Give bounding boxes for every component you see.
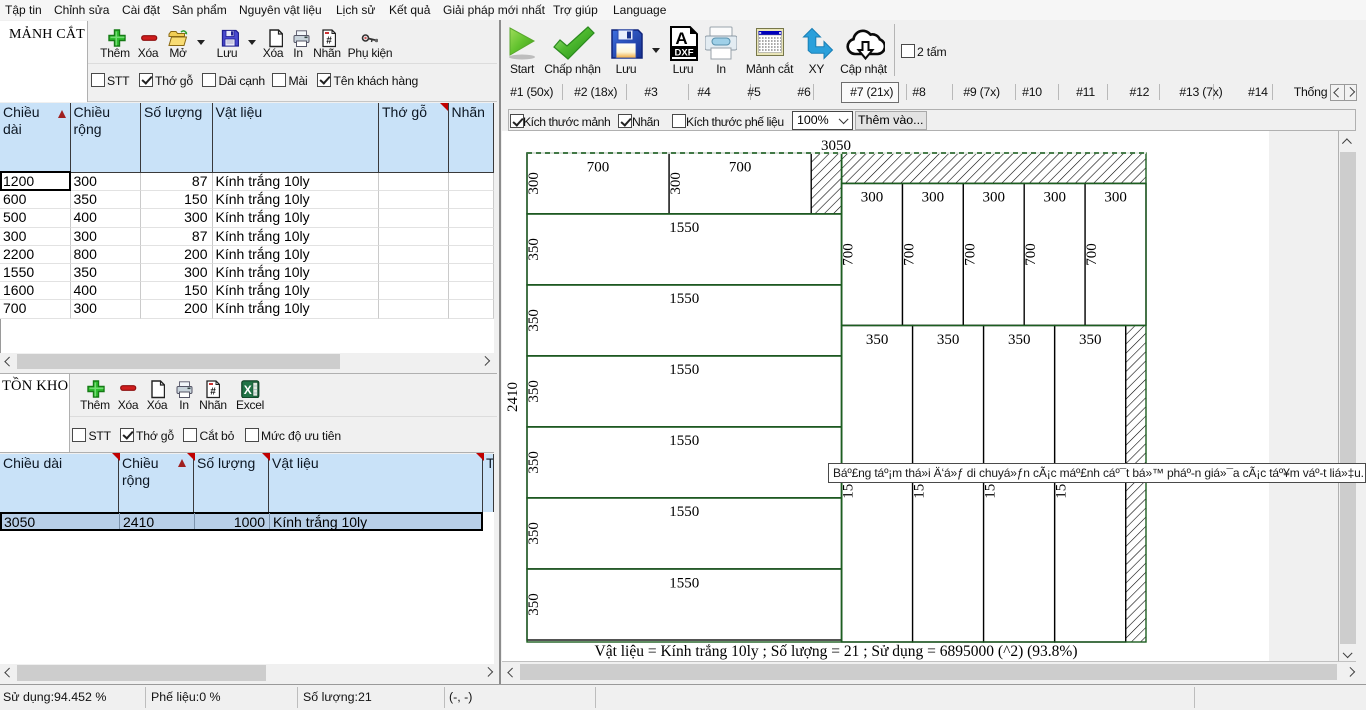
svg-text:350: 350: [526, 451, 542, 474]
svg-text:3050: 3050: [821, 138, 851, 154]
svg-text:#: #: [326, 35, 332, 46]
svg-text:1550: 1550: [669, 504, 699, 520]
svg-text:1550: 1550: [669, 291, 699, 307]
svg-text:300: 300: [526, 172, 542, 195]
svg-text:300: 300: [1104, 190, 1127, 206]
svg-text:350: 350: [526, 238, 542, 261]
svg-text:300: 300: [668, 172, 684, 195]
svg-text:300: 300: [1043, 190, 1066, 206]
svg-text:700: 700: [962, 243, 978, 266]
svg-text:2410: 2410: [505, 382, 521, 412]
svg-text:300: 300: [922, 190, 945, 206]
svg-text:700: 700: [1023, 243, 1039, 266]
svg-text:1550: 1550: [669, 362, 699, 378]
svg-text:350: 350: [526, 522, 542, 545]
svg-text:1550: 1550: [669, 220, 699, 236]
svg-text:350: 350: [937, 332, 960, 348]
svg-text:A: A: [675, 29, 687, 48]
svg-text:350: 350: [1079, 332, 1102, 348]
svg-text:1550: 1550: [669, 575, 699, 591]
svg-text:1550: 1550: [669, 433, 699, 449]
svg-text:700: 700: [841, 243, 857, 266]
svg-text:300: 300: [983, 190, 1006, 206]
svg-text:Vật liệu = Kính trắng 10ly ; S: Vật liệu = Kính trắng 10ly ; Số lượng = …: [595, 643, 1078, 660]
svg-text:700: 700: [1084, 243, 1100, 266]
svg-text:350: 350: [526, 380, 542, 403]
svg-text:700: 700: [902, 243, 918, 266]
svg-text:DXF: DXF: [675, 48, 694, 59]
svg-text:350: 350: [526, 309, 542, 332]
svg-text:700: 700: [729, 159, 752, 175]
svg-text:#: #: [210, 386, 216, 397]
svg-text:350: 350: [866, 332, 889, 348]
svg-text:700: 700: [587, 159, 610, 175]
svg-text:300: 300: [861, 190, 884, 206]
svg-text:350: 350: [1008, 332, 1030, 348]
svg-text:X: X: [244, 382, 252, 396]
svg-text:350: 350: [526, 593, 542, 616]
